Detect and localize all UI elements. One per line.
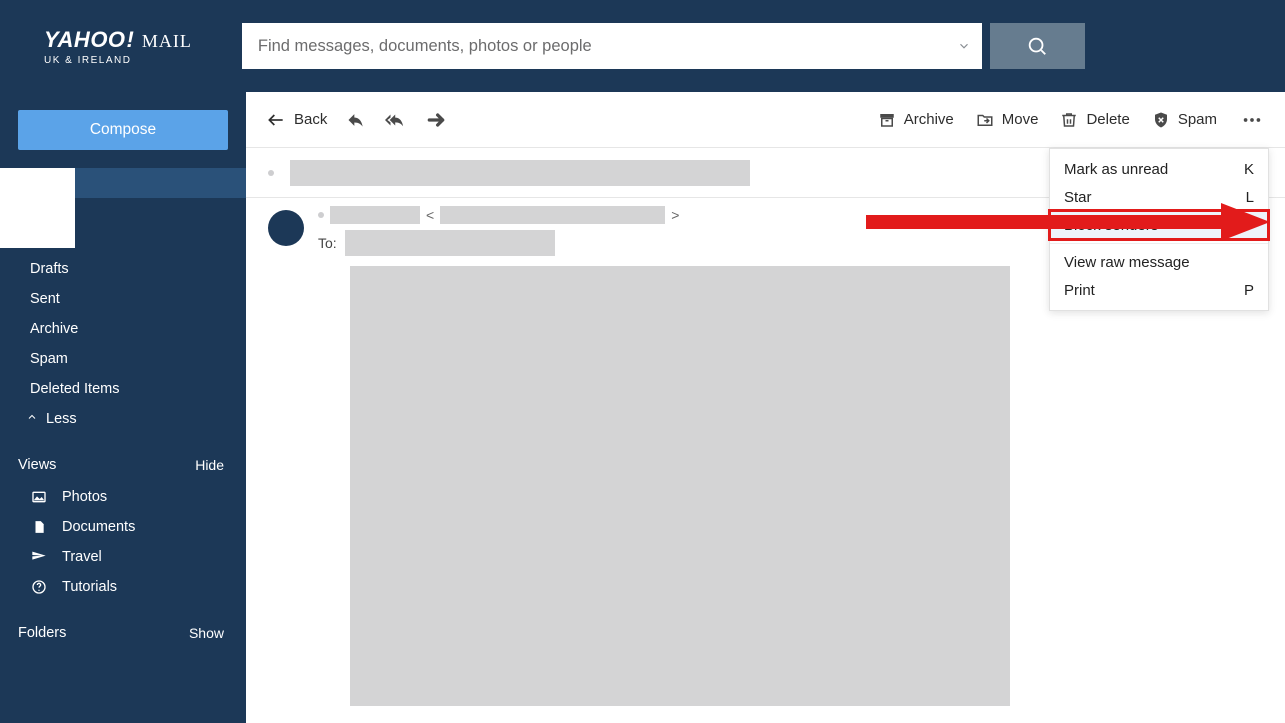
to-row: To: <box>318 230 679 256</box>
to-label: To: <box>318 235 337 251</box>
arrow-left-icon <box>266 110 286 130</box>
menu-mark-unread[interactable]: Mark as unread K <box>1050 155 1268 183</box>
chevron-up-icon <box>26 411 38 427</box>
sidebar-item-spam[interactable]: Spam <box>0 344 246 374</box>
menu-separator <box>1050 243 1268 244</box>
menu-print[interactable]: Print P <box>1050 276 1268 304</box>
sidebar-label: Spam <box>30 351 68 367</box>
sender-name <box>330 206 420 224</box>
logo-product: MAIL <box>142 31 192 52</box>
back-button[interactable]: Back <box>266 110 327 130</box>
sidebar-view-travel[interactable]: Travel <box>0 542 246 572</box>
back-label: Back <box>294 111 327 128</box>
sidebar-view-documents[interactable]: Documents <box>0 512 246 542</box>
yahoo-mail-logo[interactable]: YAHOO ! MAIL UK & IRELAND <box>44 27 192 66</box>
sidebar-item-archive[interactable]: Archive <box>0 314 246 344</box>
reply-button[interactable] <box>345 109 367 131</box>
sidebar-label: Sent <box>30 291 60 307</box>
logo-region: UK & IRELAND <box>44 55 192 66</box>
plane-icon <box>30 548 48 566</box>
move-button[interactable]: Move <box>976 111 1039 129</box>
unread-dot-icon <box>268 170 274 176</box>
menu-shortcut: K <box>1244 161 1254 178</box>
sidebar-section-title: Folders <box>18 625 66 641</box>
sidebar-label: Deleted Items <box>30 381 119 397</box>
angle-bracket: < <box>426 207 434 223</box>
message-body <box>350 266 1010 706</box>
sidebar-view-photos[interactable]: Photos <box>0 482 246 512</box>
views-hide-toggle[interactable]: Hide <box>195 457 224 473</box>
unread-dot-icon <box>318 212 324 218</box>
menu-label: Star <box>1064 189 1092 206</box>
menu-label: Print <box>1064 282 1095 299</box>
document-icon <box>30 518 48 536</box>
help-icon <box>30 578 48 596</box>
sidebar-label: Less <box>46 411 77 427</box>
sidebar-item-deleted[interactable]: Deleted Items <box>0 374 246 404</box>
subject-text <box>290 160 750 186</box>
reply-icon <box>346 110 366 130</box>
recipient <box>345 230 555 256</box>
search-dropdown-toggle[interactable] <box>946 23 982 69</box>
menu-label: Mark as unread <box>1064 161 1168 178</box>
search-icon <box>1026 35 1048 57</box>
toolbar-label: Move <box>1002 111 1039 128</box>
sidebar-section-views: Views Hide <box>0 448 246 482</box>
spam-button[interactable]: Spam <box>1152 111 1217 129</box>
reply-all-icon <box>385 110 407 130</box>
toolbar-label: Archive <box>904 111 954 128</box>
menu-view-raw[interactable]: View raw message <box>1050 248 1268 276</box>
shield-x-icon <box>1152 111 1170 129</box>
forward-button[interactable] <box>425 109 447 131</box>
menu-label: View raw message <box>1064 254 1190 271</box>
menu-shortcut: P <box>1244 282 1254 299</box>
logo-exclaim: ! <box>127 27 134 53</box>
chevron-down-icon <box>957 39 971 53</box>
search-button[interactable] <box>990 23 1085 69</box>
sender-avatar[interactable] <box>268 210 304 246</box>
more-button[interactable] <box>1239 109 1265 131</box>
sidebar-item-sent[interactable]: Sent <box>0 284 246 314</box>
archive-button[interactable]: Archive <box>878 111 954 129</box>
toolbar-label: Spam <box>1178 111 1217 128</box>
sidebar-label: Tutorials <box>62 579 117 595</box>
sidebar-item-less[interactable]: Less <box>0 404 246 434</box>
angle-bracket: > <box>671 207 679 223</box>
sidebar-view-tutorials[interactable]: Tutorials <box>0 572 246 602</box>
message-toolbar: Back Archive Move <box>246 92 1285 148</box>
search-wrap <box>242 23 1085 69</box>
main-pane: Back Archive Move <box>246 92 1285 723</box>
sidebar-label: Documents <box>62 519 135 535</box>
move-icon <box>976 111 994 129</box>
more-horizontal-icon <box>1241 109 1263 131</box>
sidebar-label: Drafts <box>30 261 69 277</box>
reply-all-button[interactable] <box>385 109 407 131</box>
sender-address <box>440 206 665 224</box>
compose-button[interactable]: Compose <box>18 110 228 150</box>
archive-icon <box>878 111 896 129</box>
sidebar-label: Travel <box>62 549 102 565</box>
sidebar-label: Archive <box>30 321 78 337</box>
folders-show-toggle[interactable]: Show <box>189 625 224 641</box>
overlay-patch <box>0 168 75 248</box>
menu-label: Block senders <box>1064 217 1158 234</box>
app-header: YAHOO ! MAIL UK & IRELAND <box>0 0 1285 92</box>
sidebar-item-drafts[interactable]: Drafts <box>0 254 246 284</box>
sidebar-label: Photos <box>62 489 107 505</box>
logo-text: YAHOO <box>44 27 126 53</box>
menu-star[interactable]: Star L <box>1050 183 1268 211</box>
menu-shortcut: L <box>1246 189 1254 206</box>
forward-icon <box>426 110 446 130</box>
toolbar-label: Delete <box>1086 111 1129 128</box>
trash-icon <box>1060 111 1078 129</box>
sidebar-section-title: Views <box>18 457 56 473</box>
from-row: < > <box>318 206 679 224</box>
photo-icon <box>30 488 48 506</box>
search-input[interactable] <box>242 23 982 69</box>
delete-button[interactable]: Delete <box>1060 111 1129 129</box>
more-menu: Mark as unread K Star L Block senders Vi… <box>1049 148 1269 311</box>
menu-block-senders[interactable]: Block senders <box>1050 211 1268 239</box>
sidebar-section-folders: Folders Show <box>0 616 246 650</box>
